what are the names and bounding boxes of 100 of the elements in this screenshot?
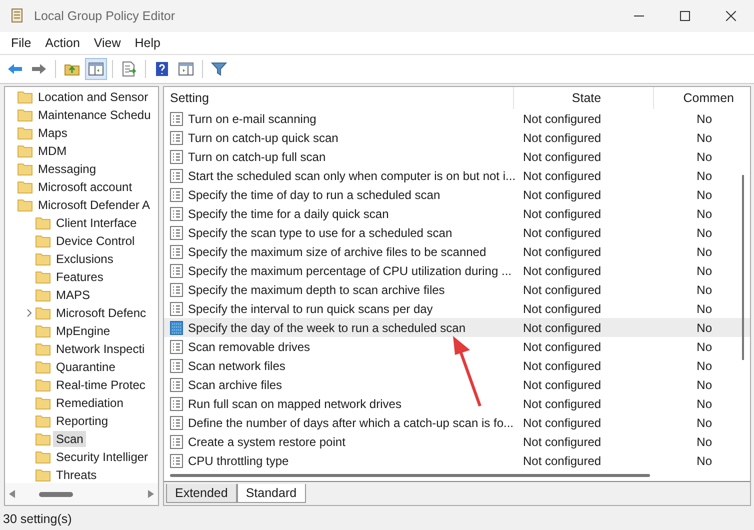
column-header[interactable]: State [514,87,654,109]
comment-cell-text: No [696,282,713,296]
policy-icon [170,188,183,202]
state-cell-text: Not configured [522,112,602,126]
folder-icon [35,306,51,320]
menu-item[interactable]: View [86,34,128,52]
table-row[interactable]: Scan network files Not configured No [164,356,750,375]
tree-item[interactable]: Location and Sensor [35,89,152,105]
table-row[interactable]: Start the scheduled scan only when computer is on but not i... Not configured No [164,166,750,185]
table-row[interactable]: Specify the maximum size of archive files to be scanned Not configured No [164,242,750,261]
table-row[interactable]: Scan removable drives Not configured No [164,337,750,356]
policy-icon [170,112,183,126]
tree-item[interactable]: Scan [53,431,86,447]
policy-icon [170,434,183,448]
table-row[interactable]: CPU throttling type Not configured No [164,451,750,470]
scrollbar-thumb[interactable] [39,492,73,496]
policy-icon [170,396,183,410]
state-cell-text: Not configured [522,340,602,354]
setting-name: Specify the time of day to run a scheduled scan [188,188,440,202]
tree-item[interactable]: Microsoft Defenc [53,305,150,321]
menu-item[interactable]: Help [128,34,168,52]
policy-icon [170,226,183,240]
state-cell-text: Not configured [522,188,602,202]
tree-item[interactable]: Quarantine [53,359,118,375]
menu-item[interactable]: Action [38,34,87,52]
folder-icon [35,324,51,338]
comment-cell-text: No [696,188,713,202]
tree-item[interactable]: Maintenance Schedu [35,107,154,123]
table-row[interactable]: Turn on catch-up quick scan Not configured No [164,128,750,147]
table-row[interactable]: Define the number of days after which a catch-up scan is fo... Not configured No [164,413,750,432]
tree-item[interactable]: Features [53,269,106,285]
column-header[interactable]: Setting [164,87,514,109]
tree-item[interactable]: Exclusions [53,251,116,267]
window-title: Local Group Policy Editor [34,9,176,23]
expand-chevron-icon[interactable] [26,309,32,317]
view-tab[interactable]: Standard [236,484,306,503]
table-row[interactable]: Specify the scan type to use for a scheduled scan Not configured No [164,223,750,242]
policy-icon [170,416,183,430]
tree-item[interactable]: Microsoft account [35,179,136,195]
setting-name: Run full scan on mapped network drives [188,396,402,410]
tree-item[interactable]: Security Intelliger [53,449,152,465]
scrollbar-thumb[interactable] [742,175,744,360]
folder-icon [17,144,33,158]
scroll-right-icon[interactable] [148,490,154,498]
scroll-icon [10,8,24,24]
state-cell-text: Not configured [522,454,602,468]
tree-item[interactable]: MpEngine [53,323,114,339]
comment-cell-text: No [696,416,713,430]
comment-cell-text: No [696,302,713,316]
table-row[interactable]: Turn on e-mail scanning Not configured No [164,109,750,128]
column-header[interactable]: Commen [654,87,742,109]
comment-cell-text: No [696,320,713,334]
state-cell-text: Not configured [522,396,602,410]
folder-icon [17,126,33,140]
tree-item[interactable]: MDM [35,143,70,159]
tree-item[interactable]: Microsoft Defender A [35,197,154,213]
table-row[interactable]: Specify the maximum depth to scan archive files Not configured No [164,280,750,299]
tree-item[interactable]: MAPS [53,287,94,303]
setting-name: Specify the interval to run quick scans per day [188,302,433,316]
tree-item[interactable]: Messaging [35,161,100,177]
tree-item[interactable]: Real-time Protec [53,377,148,393]
tree-item[interactable]: Threats [53,467,100,483]
tree-item[interactable]: Maps [35,125,70,141]
tree-pane-icon[interactable] [85,58,107,80]
folder-icon [35,234,51,248]
comment-cell-text: No [696,150,713,164]
table-row[interactable]: Specify the time for a daily quick scan Not configured No [164,204,750,223]
table-row[interactable]: Specify the time of day to run a scheduled scan Not configured No [164,185,750,204]
state-cell-text: Not configured [522,244,602,258]
scroll-left-icon[interactable] [9,490,15,498]
folder-icon [35,342,51,356]
state-cell-text: Not configured [522,130,602,144]
close-icon[interactable] [726,11,736,21]
state-cell-text: Not configured [522,206,602,220]
scrollbar-thumb[interactable] [170,474,650,478]
setting-name: Scan removable drives [188,340,310,354]
setting-name: Start the scheduled scan only when computer is on but not i... [188,168,516,182]
table-row[interactable]: Scan archive files Not configured No [164,375,750,394]
table-row[interactable]: Run full scan on mapped network drives Not configured No [164,394,750,413]
table-row[interactable]: Specify the interval to run quick scans per day Not configured No [164,299,750,318]
tree-item[interactable]: Network Inspecti [53,341,148,357]
tree-item[interactable]: Reporting [53,413,112,429]
maximize-icon[interactable] [680,11,690,21]
table-row[interactable]: Create a system restore point Not configured No [164,432,750,451]
state-cell-text: Not configured [522,378,602,392]
menu-item[interactable]: File [4,34,38,52]
tree-item[interactable]: Device Control [53,233,138,249]
folder-icon [17,90,33,104]
table-row[interactable]: Specify the maximum percentage of CPU utilization during ... Not configured No [164,261,750,280]
view-tab[interactable]: Extended [166,484,237,503]
comment-cell-text: No [696,112,713,126]
tree-item[interactable]: Remediation [53,395,126,411]
setting-name: Turn on catch-up full scan [188,150,326,164]
table-row[interactable]: Specify the day of the week to run a scheduled scan Not configured No [164,318,750,337]
state-cell-text: Not configured [522,416,602,430]
policy-icon [170,206,183,220]
table-row[interactable]: Turn on catch-up full scan Not configured No [164,147,750,166]
comment-cell-text: No [696,396,713,410]
comment-cell-text: No [696,168,713,182]
tree-item[interactable]: Client Interface [53,215,140,231]
